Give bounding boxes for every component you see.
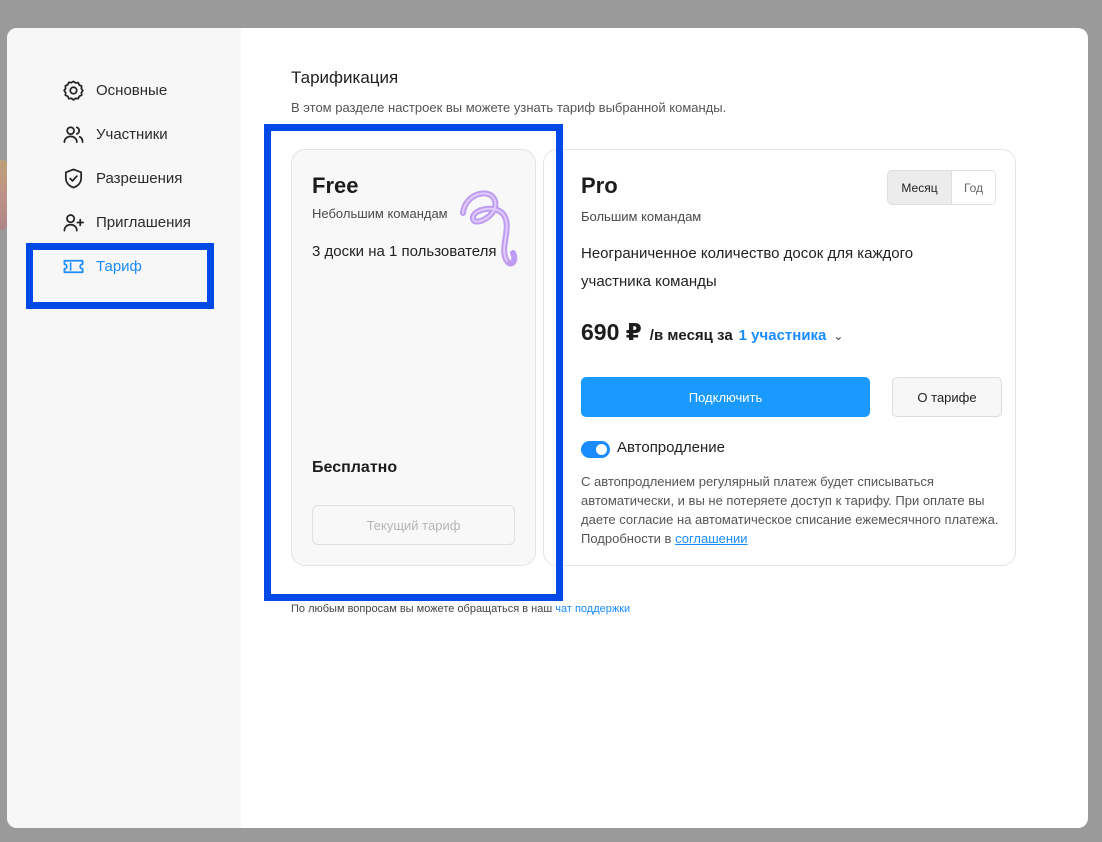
support-chat-link[interactable]: чат поддержки [555, 603, 630, 615]
plan-name: Free [312, 173, 359, 198]
period-year-option[interactable]: Год [952, 171, 995, 204]
toggle-knob [596, 444, 607, 455]
sidebar-item-members[interactable]: Участники [62, 122, 168, 146]
autorenew-toggle[interactable] [581, 441, 610, 458]
users-icon [63, 125, 84, 143]
plan-card-pro: Pro Большим командам Неограниченное коли… [543, 149, 1016, 566]
autorenew-note-text: С автопродлением регулярный платеж будет… [581, 474, 999, 546]
current-plan-button[interactable]: Текущий тариф [312, 505, 515, 545]
members-count-dropdown[interactable]: 1 участника [739, 327, 827, 344]
sidebar-item-permissions[interactable]: Разрешения [62, 166, 182, 190]
plan-description: Неограниченное количество досок для кажд… [581, 245, 914, 290]
support-note-text: По любым вопросам вы можете обращаться в… [291, 603, 553, 615]
billing-period-toggle: Месяц Год [887, 170, 996, 205]
sidebar-item-tariff[interactable]: Тариф [62, 254, 142, 278]
plan-card-free: Free Небольшим командам 3 доски на 1 пол… [291, 149, 536, 566]
price-row: 690 ₽ /в месяц за 1 участника ⌄ [581, 319, 843, 346]
sidebar-item-label: Приглашения [96, 213, 191, 231]
shield-check-icon [64, 168, 83, 188]
plan-price: 690 ₽ [581, 319, 642, 345]
price-period: /в месяц за [649, 327, 733, 344]
page-title: Тарификация [291, 68, 399, 87]
about-plan-button[interactable]: О тарифе [892, 377, 1002, 417]
plan-subtitle: Небольшим командам [312, 206, 448, 221]
autorenew-label: Автопродление [617, 439, 726, 456]
squiggle-decoration-icon [460, 190, 518, 267]
settings-sidebar: Основные Участники Разрешения Приглашени… [7, 28, 241, 828]
support-note: По любым вопросам вы можете обращаться в… [291, 603, 630, 615]
settings-modal: Основные Участники Разрешения Приглашени… [7, 28, 1088, 828]
sidebar-item-label: Тариф [96, 257, 142, 275]
agreement-link[interactable]: соглашении [675, 531, 748, 546]
autorenew-note: С автопродлением регулярный платеж будет… [581, 472, 1001, 548]
chevron-down-icon[interactable]: ⌄ [833, 329, 843, 343]
gear-icon [63, 80, 84, 101]
page-overlay-top [0, 0, 1102, 28]
user-plus-icon [63, 213, 84, 232]
sidebar-item-label: Основные [96, 81, 168, 99]
page-subtitle: В этом разделе настроек вы можете узнать… [291, 100, 727, 115]
sidebar-item-label: Участники [96, 125, 168, 143]
plan-subtitle: Большим командам [581, 209, 702, 224]
sidebar-item-general[interactable]: Основные [62, 78, 167, 102]
connect-button[interactable]: Подключить [581, 377, 870, 417]
ticket-icon [63, 259, 84, 273]
period-month-option[interactable]: Месяц [888, 171, 952, 204]
plan-price: Бесплатно [312, 459, 398, 476]
plan-name: Pro [581, 173, 618, 198]
sidebar-item-label: Разрешения [96, 169, 183, 187]
sidebar-item-invitations[interactable]: Приглашения [62, 210, 191, 234]
